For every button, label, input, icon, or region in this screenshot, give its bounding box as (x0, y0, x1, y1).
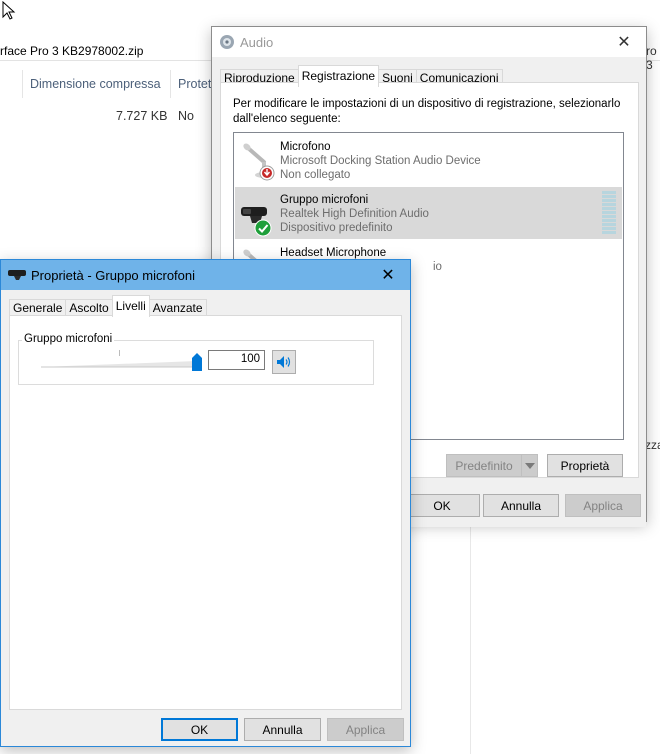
speaker-icon (277, 356, 291, 368)
slider-tick (119, 350, 120, 356)
slider-thumb[interactable] (192, 353, 202, 371)
device-status: Dispositivo predefinito (280, 222, 393, 234)
level-slider[interactable] (41, 360, 203, 368)
device-name: Microfono (280, 141, 331, 153)
ok-button[interactable]: OK (404, 494, 480, 517)
column-header-compressed-size[interactable]: Dimensione compressa (30, 77, 161, 91)
audio-title: Audio (240, 35, 274, 50)
column-header-protected[interactable]: Protet (178, 77, 211, 91)
background-edge-text: zza (645, 438, 660, 452)
cell-compressed-size: 7.727 KB (116, 109, 168, 123)
pane-divider (470, 520, 471, 754)
apply-button[interactable]: Applica (327, 718, 404, 741)
cancel-button[interactable]: Annulla (483, 494, 559, 517)
column-divider[interactable] (170, 70, 171, 98)
list-item-device[interactable]: Microfono Microsoft Docking Station Audi… (235, 134, 622, 186)
set-default-button[interactable]: Predefinito (446, 454, 522, 477)
audio-titlebar[interactable]: Audio ✕ (212, 27, 646, 57)
close-icon[interactable]: ✕ (366, 260, 410, 290)
device-driver: Microsoft Docking Station Audio Device (280, 155, 481, 167)
levels-group-label: Gruppo microfoni (22, 333, 115, 345)
mute-button[interactable] (272, 350, 296, 374)
apply-button[interactable]: Applica (565, 494, 641, 517)
properties-titlebar[interactable]: Proprietà - Gruppo microfoni ✕ (1, 260, 410, 290)
recording-instructions: Per modificare le impostazioni di un dis… (233, 98, 621, 125)
device-status: Non collegato (280, 169, 351, 181)
device-driver: io (433, 261, 442, 273)
properties-title: Proprietà - Gruppo microfoni (31, 268, 196, 283)
microphone-array-icon (8, 270, 26, 280)
device-name: Headset Microphone (280, 247, 387, 259)
cell-protected: No (178, 109, 194, 123)
device-driver: Realtek High Definition Audio (280, 208, 429, 220)
disconnected-badge-icon (259, 165, 275, 181)
cancel-button[interactable]: Annulla (244, 718, 321, 741)
default-check-icon (254, 219, 272, 237)
set-default-dropdown-button[interactable] (521, 454, 538, 477)
address-right-text: ro 3 (646, 44, 657, 72)
close-icon[interactable]: ✕ (602, 27, 646, 57)
device-name: Gruppo microfoni (280, 194, 369, 206)
ok-button[interactable]: OK (161, 718, 238, 741)
address-path[interactable]: rface Pro 3 KB2978002.zip (0, 44, 143, 58)
list-item-device-selected[interactable]: Gruppo microfoni Realtek High Definition… (235, 187, 622, 239)
properties-tabs: Generale Ascolto Livelli Avanzate (9, 295, 207, 317)
level-value-input[interactable]: 100 (208, 350, 265, 370)
properties-dialog: Proprietà - Gruppo microfoni ✕ Generale … (0, 259, 411, 747)
tab-recording[interactable]: Registrazione (297, 65, 380, 87)
level-meter (602, 191, 616, 235)
column-divider[interactable] (22, 70, 23, 98)
tab-levels[interactable]: Livelli (111, 295, 150, 317)
properties-button[interactable]: Proprietà (547, 454, 623, 477)
mouse-pointer-icon (2, 1, 16, 20)
speaker-app-icon (220, 35, 234, 49)
chevron-down-icon (524, 462, 535, 469)
